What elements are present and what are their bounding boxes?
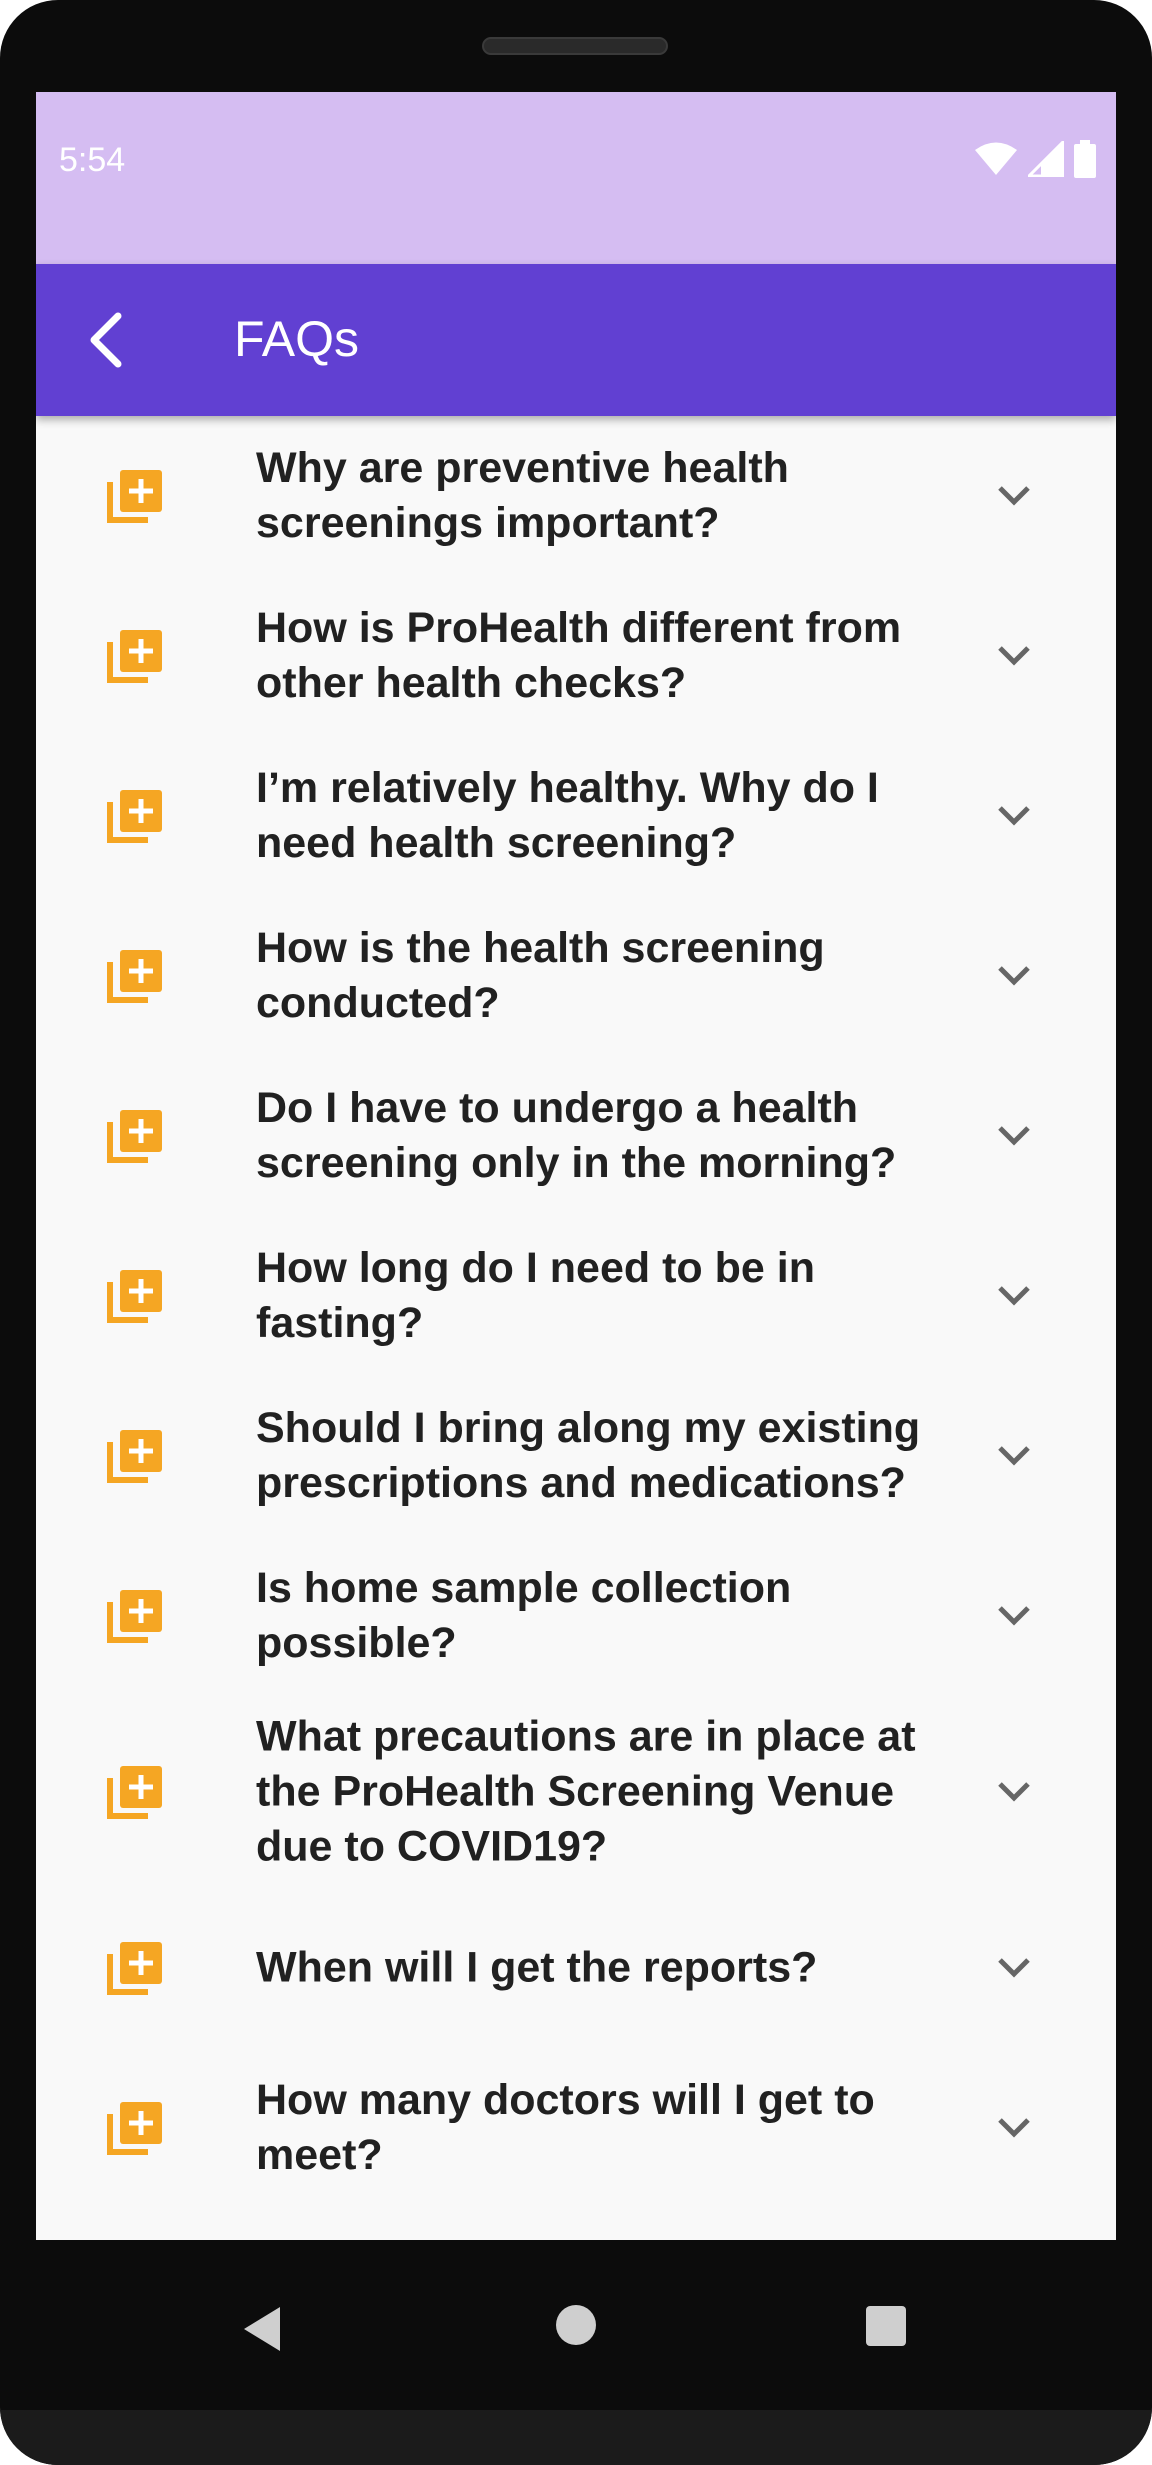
phone-frame: 5:54 FAQs Why are preventive health scre…	[0, 0, 1152, 2465]
library-add-icon	[107, 470, 162, 523]
library-add-icon	[107, 1430, 162, 1483]
nav-home-icon[interactable]	[555, 2304, 597, 2346]
faq-item[interactable]: Is home sample collection possible?	[36, 1536, 1116, 1696]
faq-item[interactable]: How is the health screening conducted?	[36, 896, 1116, 1056]
faq-item[interactable]: How many doctors will I get to meet?	[36, 2048, 1116, 2208]
wifi-icon	[975, 142, 1017, 175]
app-bar: FAQs	[36, 264, 1116, 416]
chevron-down-icon[interactable]	[996, 642, 1032, 670]
earpiece-speaker	[482, 37, 668, 55]
nav-recents-icon[interactable]	[866, 2306, 906, 2346]
library-add-icon	[107, 950, 162, 1003]
chevron-down-icon[interactable]	[996, 1778, 1032, 1806]
chevron-down-icon[interactable]	[996, 2114, 1032, 2142]
faq-list: Why are preventive health screenings imp…	[36, 416, 1116, 2208]
chevron-down-icon[interactable]	[996, 1602, 1032, 1630]
battery-icon	[1074, 140, 1096, 178]
faq-item[interactable]: Why are preventive health screenings imp…	[36, 416, 1116, 576]
faq-question: How long do I need to be in fasting?	[256, 1244, 815, 1347]
faq-question: Why are preventive health screenings imp…	[256, 444, 789, 547]
status-time: 5:54	[59, 141, 126, 179]
library-add-icon	[107, 1270, 162, 1323]
faq-question: I’m relatively healthy. Why do I need he…	[256, 764, 879, 867]
device-bottom-edge	[0, 2410, 1152, 2465]
chevron-down-icon[interactable]	[996, 1122, 1032, 1150]
faq-question: What precautions are in place at the Pro…	[256, 1712, 916, 1871]
library-add-icon	[107, 1942, 162, 1995]
library-add-icon	[107, 630, 162, 683]
app-screen: 5:54 FAQs Why are preventive health scre…	[36, 92, 1116, 2240]
faq-question: Is home sample collection possible?	[256, 1564, 792, 1667]
chevron-down-icon[interactable]	[996, 1954, 1032, 1982]
chevron-down-icon[interactable]	[996, 1442, 1032, 1470]
faq-question: When will I get the reports?	[256, 1943, 818, 1992]
cell-signal-icon	[1028, 141, 1064, 177]
faq-question: How is the health screening conducted?	[256, 924, 825, 1027]
faq-item[interactable]: How long do I need to be in fasting?	[36, 1216, 1116, 1376]
faq-item[interactable]: Should I bring along my existing prescri…	[36, 1376, 1116, 1536]
faq-item[interactable]: How is ProHealth different from other he…	[36, 576, 1116, 736]
faq-item[interactable]: Do I have to undergo a health screening …	[36, 1056, 1116, 1216]
chevron-down-icon[interactable]	[996, 1282, 1032, 1310]
chevron-down-icon[interactable]	[996, 802, 1032, 830]
nav-back-icon[interactable]	[240, 2305, 284, 2353]
back-button[interactable]	[66, 300, 146, 380]
library-add-icon	[107, 1766, 162, 1819]
faq-question: Do I have to undergo a health screening …	[256, 1084, 897, 1187]
chevron-down-icon[interactable]	[996, 962, 1032, 990]
faq-item[interactable]: When will I get the reports?	[36, 1888, 1116, 2048]
chevron-down-icon[interactable]	[996, 482, 1032, 510]
system-navigation-bar	[0, 2240, 1152, 2410]
status-bar: 5:54	[36, 92, 1116, 264]
arrow-back-icon	[90, 312, 122, 368]
library-add-icon	[107, 1590, 162, 1643]
library-add-icon	[107, 1110, 162, 1163]
faq-question: How many doctors will I get to meet?	[256, 2076, 875, 2179]
page-title: FAQs	[234, 311, 360, 367]
library-add-icon	[107, 790, 162, 843]
status-icons	[974, 140, 1096, 178]
faq-question: Should I bring along my existing prescri…	[256, 1404, 921, 1507]
faq-item[interactable]: What precautions are in place at the Pro…	[36, 1696, 1116, 1888]
library-add-icon	[107, 2102, 162, 2155]
faq-question: How is ProHealth different from other he…	[256, 604, 902, 707]
faq-item[interactable]: I’m relatively healthy. Why do I need he…	[36, 736, 1116, 896]
